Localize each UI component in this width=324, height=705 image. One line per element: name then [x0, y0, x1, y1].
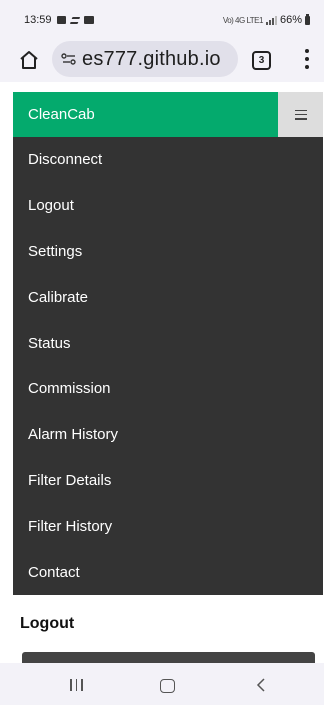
- home-icon[interactable]: [18, 49, 40, 71]
- menu-item-filter-history[interactable]: Filter History: [13, 503, 323, 549]
- browser-menu-icon[interactable]: [301, 49, 313, 69]
- menu-item-logout[interactable]: Logout: [13, 183, 323, 229]
- menu-item-commission[interactable]: Commission: [13, 366, 323, 412]
- brand-link[interactable]: CleanCab: [28, 106, 95, 123]
- menu-item-label: Filter Details: [28, 471, 112, 489]
- menu-item-alarm-history[interactable]: Alarm History: [13, 412, 323, 458]
- menu-item-label: Calibrate: [28, 288, 89, 306]
- signal-strength-icon: [265, 15, 277, 25]
- recent-apps-icon[interactable]: [70, 679, 83, 691]
- status-bar: 13:59 Vo) 4G LTE1 66%: [0, 0, 324, 36]
- site-info-icon[interactable]: [60, 50, 78, 68]
- menu-item-label: Disconnect: [28, 151, 103, 169]
- battery-percent: 66%: [279, 14, 302, 26]
- menu-item-label: Logout: [28, 197, 74, 215]
- status-time: 13:59: [24, 14, 52, 26]
- menu-item-label: Status: [28, 334, 71, 352]
- system-navigation-bar: [0, 663, 324, 705]
- gallery-notification-icon: [56, 16, 66, 24]
- menu-item-label: Commission: [28, 380, 111, 398]
- nav-dropdown-menu: Disconnect Logout Settings Calibrate Sta…: [13, 137, 323, 595]
- network-type-label: Vo) 4G LTE1: [222, 15, 264, 25]
- menu-item-status[interactable]: Status: [13, 320, 323, 366]
- hamburger-icon: [294, 109, 307, 120]
- menu-item-label: Filter History: [28, 517, 113, 535]
- menu-item-settings[interactable]: Settings: [13, 229, 323, 275]
- tab-switcher-button[interactable]: 3: [252, 51, 271, 70]
- status-right: Vo) 4G LTE1 66%: [222, 13, 310, 26]
- back-icon[interactable]: [254, 677, 268, 693]
- menu-item-label: Settings: [28, 242, 83, 260]
- menu-item-disconnect[interactable]: Disconnect: [13, 137, 323, 183]
- page-heading: Logout: [20, 615, 75, 632]
- status-left: 13:59: [24, 14, 94, 26]
- top-navbar: CleanCab: [13, 92, 323, 137]
- menu-item-calibrate[interactable]: Calibrate: [13, 274, 323, 320]
- hamburger-menu-button[interactable]: [278, 92, 323, 137]
- address-bar[interactable]: es777.github.io: [52, 41, 238, 77]
- menu-item-label: Contact: [28, 563, 80, 581]
- browser-toolbar: es777.github.io 3: [0, 36, 324, 82]
- cast-notification-icon: [69, 16, 80, 24]
- home-nav-icon[interactable]: [160, 679, 175, 693]
- menu-item-filter-details[interactable]: Filter Details: [13, 458, 323, 504]
- menu-item-contact[interactable]: Contact: [13, 549, 323, 595]
- menu-item-label: Alarm History: [28, 426, 119, 444]
- mail-notification-icon: [83, 16, 94, 24]
- url-text[interactable]: es777.github.io: [82, 48, 221, 71]
- web-page: CleanCab Disconnect Logout Settings Cali…: [0, 82, 324, 663]
- logout-action-bar[interactable]: [22, 652, 315, 663]
- battery-icon: [305, 13, 310, 25]
